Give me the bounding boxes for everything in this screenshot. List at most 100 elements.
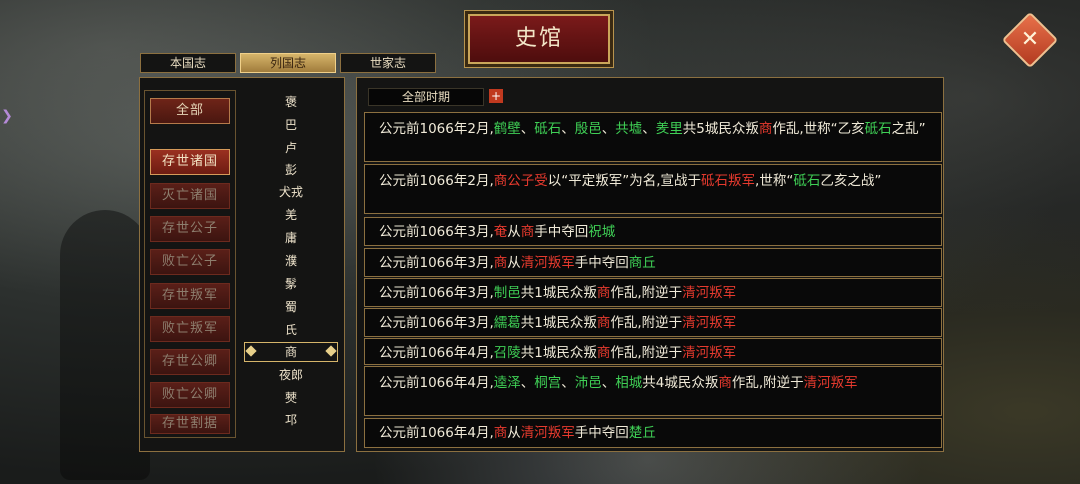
- close-x-icon: ✕: [1020, 27, 1040, 52]
- event-text: 制邑: [493, 285, 521, 301]
- event-text: 从: [507, 255, 521, 271]
- event-text: 奄: [493, 224, 508, 240]
- event-text: 作乱,世称“乙亥: [772, 121, 865, 137]
- event-text: 作乱,附逆于: [610, 315, 683, 331]
- event-row: 公元前1066年3月,商从清河叛军手中夺回商丘: [364, 248, 942, 277]
- category-fallen-princes[interactable]: 败亡公子: [150, 249, 230, 275]
- clan-item[interactable]: 邛: [244, 410, 338, 430]
- event-text: 之乱”: [891, 121, 926, 137]
- event-text: 商: [520, 224, 535, 240]
- event-row: 公元前1066年3月,奄从商手中夺回祝城: [364, 217, 942, 246]
- add-filter-button[interactable]: +: [489, 89, 503, 103]
- event-text: 作乱,附逆于: [731, 375, 804, 391]
- clan-item[interactable]: 彭: [244, 160, 338, 180]
- event-text: 从: [507, 425, 521, 441]
- event-text: 清河叛军: [520, 255, 575, 271]
- clan-item[interactable]: 氏: [244, 320, 338, 340]
- tab-benguozhi[interactable]: 本国志: [140, 53, 236, 73]
- event-row: 公元前1066年4月,逵泽、桐宫、沛邑、相城共4城民众叛商作乱,附逆于清河叛军: [364, 366, 942, 416]
- side-expand-arrow-icon[interactable]: ❯: [0, 98, 14, 134]
- event-text: 手中夺回: [534, 224, 589, 240]
- clan-item-selected[interactable]: 商: [244, 342, 338, 362]
- event-text: 共1城民众叛: [520, 315, 597, 331]
- category-fallen-rebels[interactable]: 败亡叛军: [150, 316, 230, 342]
- clan-item[interactable]: 夜郎: [244, 365, 338, 385]
- clan-item[interactable]: 卢: [244, 138, 338, 158]
- clan-item-label: 商: [284, 345, 297, 359]
- clan-item[interactable]: 褒: [244, 92, 338, 112]
- clan-item[interactable]: 庸: [244, 228, 338, 248]
- category-surviving-rebels[interactable]: 存世叛军: [150, 283, 230, 309]
- event-text: 商: [596, 345, 611, 361]
- event-text: 清河叛军: [682, 285, 737, 301]
- category-fallen-states[interactable]: 灭亡诸国: [150, 183, 230, 209]
- event-row: 公元前1066年3月,制邑共1城民众叛商作乱,附逆于清河叛军: [364, 278, 942, 307]
- event-text: 逵泽: [493, 375, 521, 391]
- event-text: 、: [561, 375, 575, 391]
- event-text: 公元前1066年3月,: [379, 315, 494, 331]
- period-filter[interactable]: 全部时期: [368, 88, 484, 106]
- event-text: 鹤壁: [493, 121, 521, 137]
- event-text: 、: [520, 121, 535, 137]
- event-row: 公元前1066年2月,鹤壁、砥石、殷邑、共墟、羑里共5城民众叛商作乱,世称“乙亥…: [364, 112, 942, 162]
- clan-item[interactable]: 羌: [244, 205, 338, 225]
- event-text: 、: [601, 121, 616, 137]
- event-text: ,世称“: [755, 173, 794, 189]
- event-text: 作乱,附逆于: [610, 285, 683, 301]
- event-text: 繻葛: [493, 315, 521, 331]
- event-text: 公元前1066年4月,: [379, 375, 494, 391]
- category-surviving-states[interactable]: 存世诸国: [150, 149, 230, 175]
- event-text: 殷邑: [574, 121, 602, 137]
- category-surviving-warlords[interactable]: 存世割据: [150, 414, 230, 434]
- event-text: 清河叛军: [803, 375, 858, 391]
- event-row: 公元前1066年4月,召陵共1城民众叛商作乱,附逆于清河叛军: [364, 338, 942, 365]
- category-surviving-princes[interactable]: 存世公子: [150, 216, 230, 242]
- event-text: 从: [507, 224, 521, 240]
- event-text: 清河叛军: [682, 345, 737, 361]
- category-surviving-ministers[interactable]: 存世公卿: [150, 349, 230, 375]
- event-text: 清河叛军: [520, 425, 575, 441]
- event-text: 共墟: [615, 121, 643, 137]
- clan-item[interactable]: 蜀: [244, 297, 338, 317]
- event-text: 共5城民众叛: [682, 121, 759, 137]
- event-text: 公元前1066年2月,: [379, 121, 494, 137]
- clan-item[interactable]: 髳: [244, 274, 338, 294]
- event-text: 、: [561, 121, 575, 137]
- event-text: 、: [642, 121, 656, 137]
- category-all[interactable]: 全部: [150, 98, 230, 124]
- event-text: 公元前1066年2月,: [379, 173, 494, 189]
- clan-item[interactable]: 僰: [244, 388, 338, 408]
- event-text: 商: [758, 121, 773, 137]
- event-text: 公元前1066年3月,: [379, 285, 494, 301]
- event-text: 沛邑: [574, 375, 602, 391]
- event-text: 商: [718, 375, 732, 391]
- event-text: 、: [601, 375, 616, 391]
- event-text: 、: [520, 375, 535, 391]
- event-text: 商丘: [628, 255, 656, 271]
- event-row: 公元前1066年2月,商公子受以“平定叛军”为名,宣战于砥石叛军,世称“砥石乙亥…: [364, 164, 942, 214]
- clan-item[interactable]: 巴: [244, 115, 338, 135]
- event-text: 商: [493, 425, 508, 441]
- event-text: 砥石叛军: [701, 173, 756, 189]
- clan-item[interactable]: 犬戎: [244, 182, 338, 202]
- clan-item[interactable]: 濮: [244, 251, 338, 271]
- event-text: 召陵: [493, 345, 521, 361]
- event-text: 商: [596, 285, 611, 301]
- event-text: 砥石: [864, 121, 892, 137]
- category-fallen-ministers[interactable]: 败亡公卿: [150, 382, 230, 408]
- event-text: 桐宫: [534, 375, 562, 391]
- event-text: 以“平定叛军”为名,宣战于: [547, 173, 702, 189]
- title-plaque: 史馆: [468, 14, 610, 64]
- event-row: 公元前1066年3月,繻葛共1城民众叛商作乱,附逆于清河叛军: [364, 308, 942, 337]
- selection-diamond-icon: [325, 345, 337, 357]
- event-text: 公元前1066年4月,: [379, 345, 494, 361]
- event-text: 砥石: [534, 121, 562, 137]
- event-text: 商: [596, 315, 611, 331]
- event-text: 商: [493, 255, 508, 271]
- tab-shijiazhi[interactable]: 世家志: [340, 53, 436, 73]
- event-text: 楚丘: [628, 425, 656, 441]
- tab-lieguozhi[interactable]: 列国志: [240, 53, 336, 73]
- event-text: 共1城民众叛: [520, 345, 597, 361]
- event-text: 羑里: [655, 121, 683, 137]
- event-text: 乙亥之战”: [820, 173, 882, 189]
